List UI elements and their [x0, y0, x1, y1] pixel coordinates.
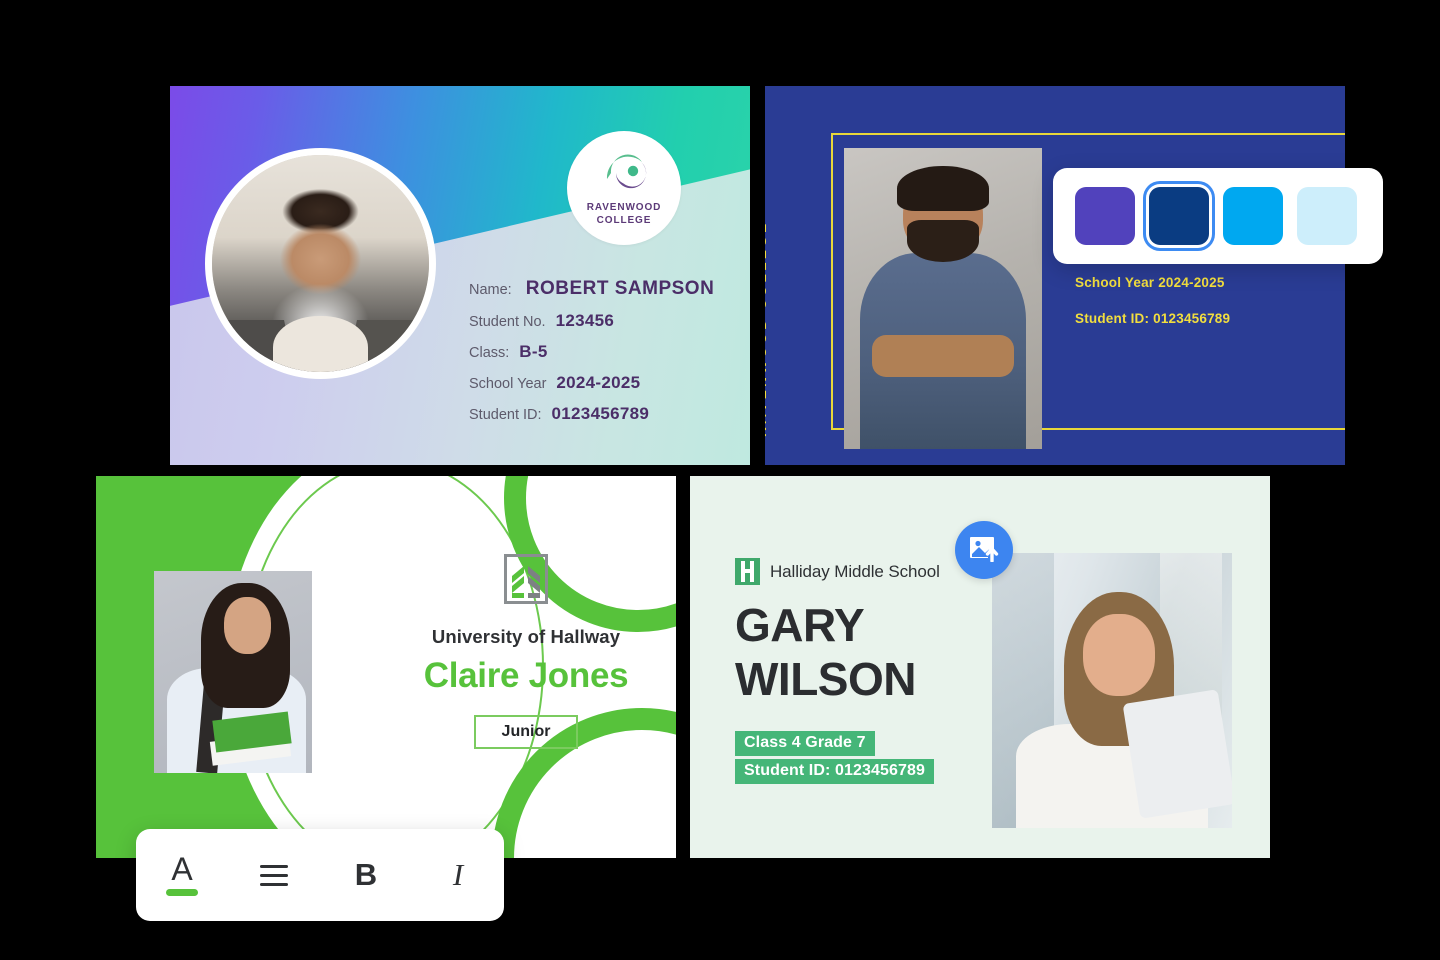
halliday-badges: Class 4 Grade 7 Student ID: 0123456789 — [735, 731, 934, 787]
field-value: 2024-2025 — [556, 373, 641, 392]
ravenwood-light-fields: Name: ROBERT SAMPSON Student No. 123456 … — [469, 278, 714, 435]
id-card-ravenwood-blue[interactable]: RAVENWOOD COLLEGE Class: School Year 202… — [765, 86, 1345, 465]
student-id-text: Student ID: 0123456789 — [1075, 311, 1231, 326]
italic-button[interactable]: I — [428, 845, 488, 905]
id-card-university-of-hallway[interactable]: University of Hallway Claire Jones Junio… — [96, 476, 676, 858]
field-row-student-no[interactable]: Student No. 123456 — [469, 311, 714, 331]
university-name: University of Hallway — [431, 626, 621, 647]
italic-glyph: I — [452, 857, 464, 892]
image-upload-icon — [969, 534, 999, 567]
hallway-text-block: University of Hallway Claire Jones Junio… — [392, 554, 660, 749]
letter-h-icon — [735, 558, 760, 585]
field-value: ROBERT SAMPSON — [525, 278, 715, 299]
field-value: 0123456789 — [551, 404, 650, 423]
student-photo-ravenwood-light[interactable] — [205, 148, 436, 379]
id-card-halliday[interactable]: Halliday Middle School GARY WILSON Class… — [690, 476, 1270, 858]
field-value: B-5 — [519, 342, 548, 361]
class-grade-badge: Class 4 Grade 7 — [735, 731, 875, 756]
color-swatch-pale-blue[interactable] — [1297, 187, 1357, 245]
school-year-text: School Year 2024-2025 — [1075, 275, 1225, 290]
field-label: Name: — [469, 282, 512, 298]
field-row-name[interactable]: Name: ROBERT SAMPSON — [469, 278, 714, 300]
student-first-name: GARY — [735, 599, 865, 651]
canvas-stage: RAVENWOOD COLLEGE Name: ROBERT SAMPSON S… — [0, 0, 1440, 960]
field-label: School Year — [469, 376, 547, 392]
field-label: Class: — [469, 345, 510, 361]
school-name: Halliday Middle School — [770, 561, 940, 581]
student-photo-halliday[interactable] — [992, 553, 1232, 828]
color-swatch-navy-blue-selected[interactable] — [1149, 187, 1209, 245]
field-label: Student No. — [469, 314, 546, 330]
portrait-image — [212, 155, 429, 372]
field-row-class[interactable]: Class: B-5 — [469, 342, 714, 362]
halliday-school-header: Halliday Middle School — [735, 558, 940, 585]
ravenwood-vertical-title: RAVENWOOD COLLEGE — [765, 220, 769, 437]
student-name: Claire Jones — [423, 656, 629, 695]
color-palette-popover[interactable] — [1053, 168, 1383, 264]
student-photo-hallway[interactable] — [154, 571, 312, 773]
text-color-button[interactable]: A — [152, 845, 212, 905]
field-row-student-id[interactable]: Student ID: 0123456789 — [469, 404, 714, 424]
ravenwood-logo-badge: RAVENWOOD COLLEGE — [567, 131, 681, 245]
bold-glyph: B — [354, 857, 378, 892]
text-formatting-toolbar[interactable]: A B I — [136, 829, 504, 921]
id-card-ravenwood-light[interactable]: RAVENWOOD COLLEGE Name: ROBERT SAMPSON S… — [170, 86, 750, 465]
year-badge[interactable]: Junior — [473, 715, 579, 749]
student-last-name: WILSON — [735, 653, 916, 705]
text-color-swatch — [166, 889, 198, 896]
bold-button[interactable]: B — [336, 845, 396, 905]
crescent-logo-icon — [597, 149, 651, 195]
student-id-badge: Student ID: 0123456789 — [735, 759, 934, 784]
color-swatch-bright-blue[interactable] — [1223, 187, 1283, 245]
field-label: Student ID: — [469, 407, 542, 423]
field-value: 123456 — [555, 311, 615, 330]
text-color-letter: A — [171, 851, 193, 887]
student-photo-ravenwood-blue[interactable] — [844, 148, 1042, 449]
image-upload-button[interactable] — [955, 521, 1013, 579]
student-name: GARY WILSON — [735, 598, 916, 706]
field-row-school-year[interactable]: School Year 2024-2025 — [469, 373, 714, 393]
align-icon — [260, 864, 288, 886]
align-button[interactable] — [244, 845, 304, 905]
color-swatch-purple[interactable] — [1075, 187, 1135, 245]
ravenwood-logo-text: RAVENWOOD COLLEGE — [586, 202, 662, 226]
building-chevron-icon — [504, 554, 548, 604]
